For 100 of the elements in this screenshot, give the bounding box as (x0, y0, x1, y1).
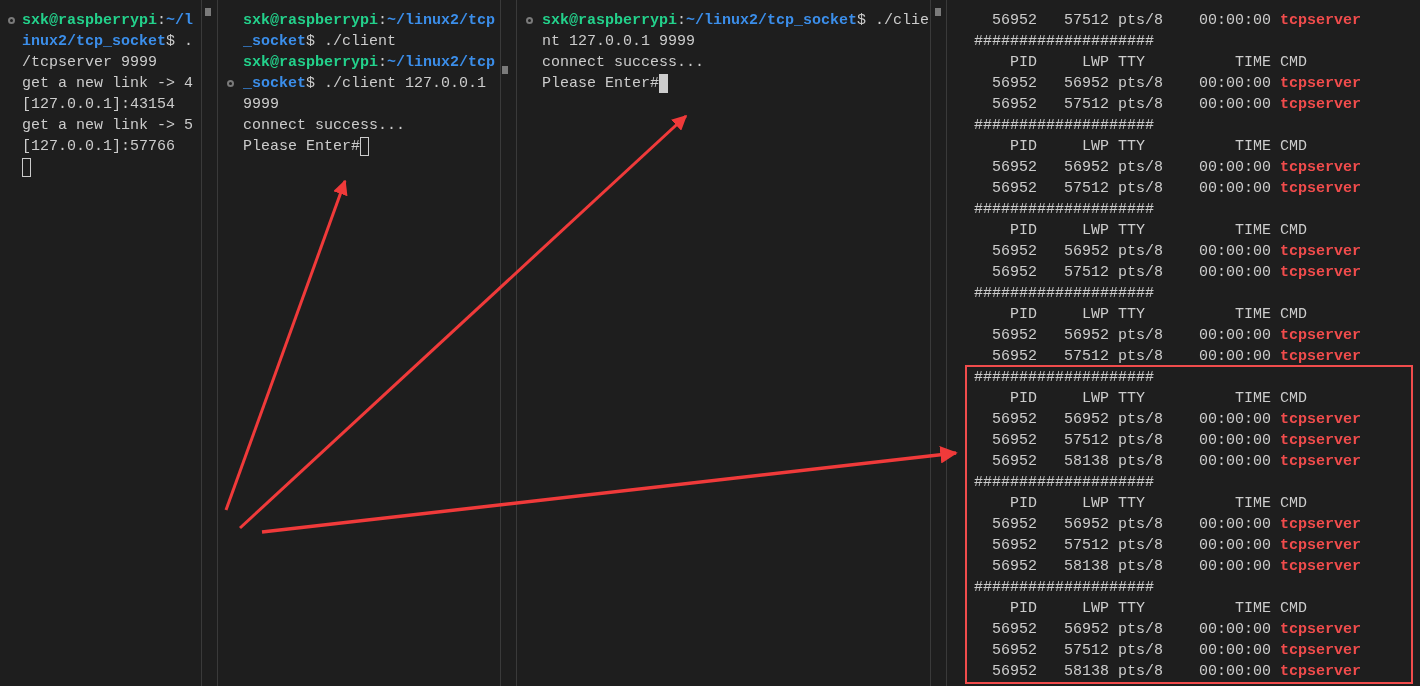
column-header: LWP (1081, 221, 1109, 241)
thread-id: 56952 (1063, 74, 1109, 94)
column-header: PID (1009, 53, 1037, 73)
column-header: TIME (1234, 305, 1271, 325)
cpu-time: 00:00:00 (1198, 641, 1271, 661)
column-header: TIME (1234, 389, 1271, 409)
column-header: TIME (1234, 137, 1271, 157)
separator-line: #################### (974, 368, 1155, 388)
separator-line: #################### (974, 200, 1155, 220)
command-name: tcpserver (1280, 641, 1361, 661)
cpu-time: 00:00:00 (1198, 326, 1271, 346)
thread-id: 56952 (1063, 410, 1109, 430)
terminal-name: pts/8 (1118, 11, 1164, 31)
terminal-line: sxk@raspberrypi:~/linux2/tcp_socket$ ./clie (542, 11, 930, 31)
thread-id: 56952 (1063, 158, 1109, 178)
column-header: CMD (1280, 389, 1307, 409)
column-header: TIME (1234, 599, 1271, 619)
process-id: 56952 (991, 179, 1037, 199)
cpu-time: 00:00:00 (1198, 11, 1271, 31)
command-name: tcpserver (1280, 515, 1361, 535)
cpu-time: 00:00:00 (1198, 536, 1271, 556)
terminal-line: Please Enter# (542, 74, 660, 94)
cpu-time: 00:00:00 (1198, 95, 1271, 115)
process-id: 56952 (991, 515, 1037, 535)
column-header: CMD (1280, 599, 1307, 619)
process-id: 56952 (991, 326, 1037, 346)
terminal-name: pts/8 (1118, 158, 1164, 178)
command-name: tcpserver (1280, 452, 1361, 472)
terminal-name: pts/8 (1118, 179, 1164, 199)
terminal-name: pts/8 (1118, 326, 1164, 346)
column-header: TTY (1118, 494, 1146, 514)
command-name: tcpserver (1280, 620, 1361, 640)
column-header: CMD (1280, 137, 1307, 157)
separator-line: #################### (974, 578, 1155, 598)
terminal-name: pts/8 (1118, 557, 1164, 577)
process-id: 56952 (991, 263, 1037, 283)
process-id: 56952 (991, 347, 1037, 367)
scrollbar-thumb[interactable] (205, 8, 211, 16)
terminal-line: [127.0.0.1]:43154 (22, 95, 176, 115)
terminal-line: _socket$ ./client (243, 32, 397, 52)
column-header: LWP (1081, 305, 1109, 325)
terminal-line: connect success... (542, 53, 705, 73)
terminal-line: 9999 (243, 95, 279, 115)
cpu-time: 00:00:00 (1198, 557, 1271, 577)
terminal-line: [127.0.0.1]:57766 (22, 137, 176, 157)
scrollbar-thumb[interactable] (502, 66, 508, 74)
command-name: tcpserver (1280, 557, 1361, 577)
cpu-time: 00:00:00 (1198, 347, 1271, 367)
terminal-name: pts/8 (1118, 662, 1164, 682)
column-header: LWP (1081, 599, 1109, 619)
terminal-line: get a new link -> 4 (22, 74, 194, 94)
cpu-time: 00:00:00 (1198, 263, 1271, 283)
scrollbar-thumb[interactable] (935, 8, 941, 16)
cpu-time: 00:00:00 (1198, 515, 1271, 535)
command-name: tcpserver (1280, 95, 1361, 115)
terminal-name: pts/8 (1118, 263, 1164, 283)
column-header: CMD (1280, 53, 1307, 73)
cpu-time: 00:00:00 (1198, 662, 1271, 682)
column-header: CMD (1280, 305, 1307, 325)
terminal-name: pts/8 (1118, 431, 1164, 451)
terminal-name: pts/8 (1118, 347, 1164, 367)
thread-id: 58138 (1063, 662, 1109, 682)
terminal-line: sxk@raspberrypi:~/l (22, 11, 194, 31)
separator-line: #################### (974, 473, 1155, 493)
column-header: PID (1009, 305, 1037, 325)
cpu-time: 00:00:00 (1198, 242, 1271, 262)
column-header: TTY (1118, 305, 1146, 325)
process-id: 56952 (991, 11, 1037, 31)
terminal-line: sxk@raspberrypi:~/linux2/tcp (243, 11, 496, 31)
column-header: TIME (1234, 221, 1271, 241)
column-header: PID (1009, 221, 1037, 241)
thread-id: 56952 (1063, 326, 1109, 346)
column-header: LWP (1081, 53, 1109, 73)
terminal-name: pts/8 (1118, 536, 1164, 556)
column-header: LWP (1081, 137, 1109, 157)
process-id: 56952 (991, 662, 1037, 682)
separator-line: #################### (974, 32, 1155, 52)
column-header: LWP (1081, 389, 1109, 409)
command-name: tcpserver (1280, 410, 1361, 430)
terminal-line: connect success... (243, 116, 406, 136)
column-header: TTY (1118, 599, 1146, 619)
terminal-line: Please Enter# (243, 137, 361, 157)
terminal-name: pts/8 (1118, 242, 1164, 262)
column-header: PID (1009, 389, 1037, 409)
terminal-name: pts/8 (1118, 620, 1164, 640)
thread-id: 57512 (1063, 179, 1109, 199)
terminal-line: inux2/tcp_socket$ . (22, 32, 194, 52)
terminal-line: get a new link -> 5 (22, 116, 194, 136)
thread-id: 57512 (1063, 95, 1109, 115)
command-name: tcpserver (1280, 179, 1361, 199)
cpu-time: 00:00:00 (1198, 620, 1271, 640)
separator-line: #################### (974, 116, 1155, 136)
thread-id: 56952 (1063, 515, 1109, 535)
terminal-name: pts/8 (1118, 410, 1164, 430)
process-id: 56952 (991, 557, 1037, 577)
column-header: PID (1009, 494, 1037, 514)
process-id: 56952 (991, 158, 1037, 178)
column-header: TTY (1118, 389, 1146, 409)
terminal-line: sxk@raspberrypi:~/linux2/tcp (243, 53, 496, 73)
column-header: PID (1009, 599, 1037, 619)
